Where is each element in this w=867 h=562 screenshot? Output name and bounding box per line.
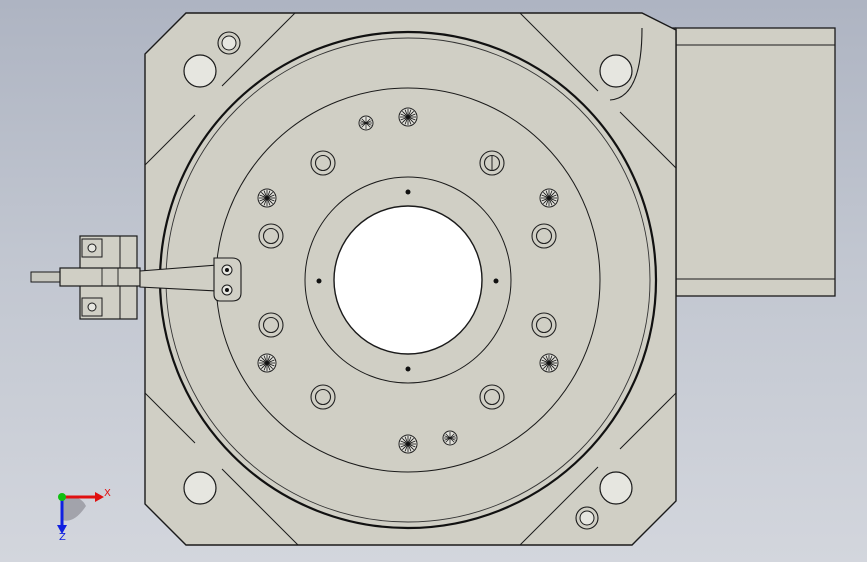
cad-drawing: X Z	[30, 12, 836, 546]
proximity-sensor[interactable]	[30, 267, 141, 287]
cad-viewport[interactable]: X Z	[0, 0, 867, 562]
axis-triad: X Z	[57, 488, 111, 543]
z-axis-label: Z	[59, 532, 66, 543]
center-bore	[333, 205, 483, 355]
y-axis-dot	[58, 493, 66, 501]
x-axis-label: X	[104, 488, 111, 499]
